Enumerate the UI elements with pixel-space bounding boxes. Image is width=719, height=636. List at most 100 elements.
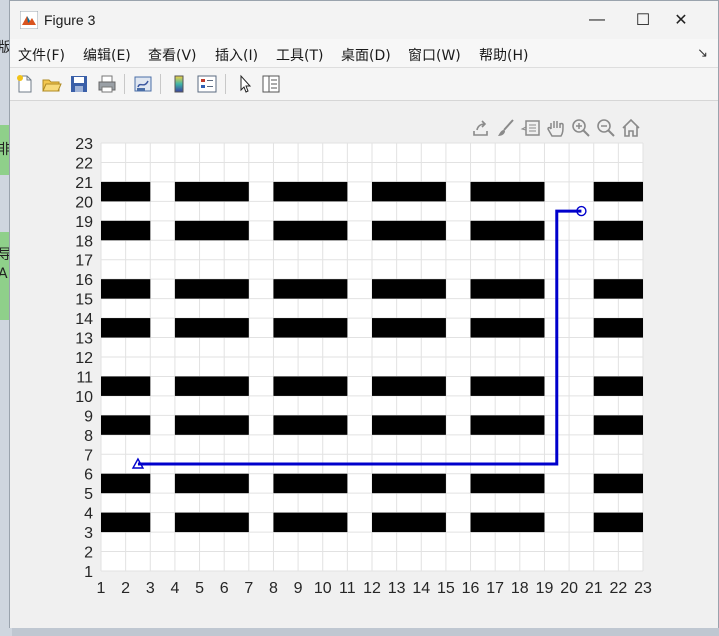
path-plot: 1 2 3 4 5 6 7 8 9 10 11 12 13 14 15 16 17 18 19 20 21 22 23123… xyxy=(75,136,652,597)
obstacle-bar xyxy=(273,512,348,533)
link-plot-icon[interactable] xyxy=(132,73,154,95)
toolbar-separator xyxy=(225,74,226,94)
y-tick-label: 18 xyxy=(75,233,93,250)
obstacle-bar xyxy=(101,318,151,338)
obstacle-bar xyxy=(372,181,446,202)
obstacle-bar xyxy=(470,473,545,494)
obstacle-bar xyxy=(593,279,643,299)
pointer-icon[interactable] xyxy=(234,73,256,95)
x-tick-label: 8 xyxy=(269,580,278,597)
obstacle-bar xyxy=(273,220,348,241)
menu-view[interactable]: 查看(V) xyxy=(148,45,197,65)
new-figure-icon[interactable] xyxy=(14,73,36,95)
menu-desktop[interactable]: 桌面(D) xyxy=(341,45,391,65)
obstacle-bar xyxy=(174,220,249,241)
x-tick-label: 3 xyxy=(146,580,155,597)
save-icon[interactable] xyxy=(68,73,90,95)
y-tick-label: 9 xyxy=(84,408,93,425)
x-tick-label: 5 xyxy=(195,580,204,597)
matlab-logo-icon xyxy=(19,10,39,30)
menu-help[interactable]: 帮助(H) xyxy=(479,45,528,65)
open-file-icon[interactable] xyxy=(40,73,62,95)
obstacle-bar xyxy=(372,473,446,494)
obstacle-bar xyxy=(273,181,348,202)
minimize-button[interactable]: — xyxy=(574,1,620,39)
x-tick-label: 15 xyxy=(437,580,455,597)
y-tick-label: 5 xyxy=(84,486,93,503)
obstacle-bar xyxy=(593,473,643,494)
colorbar-icon[interactable] xyxy=(168,73,190,95)
x-tick-label: 13 xyxy=(388,580,406,597)
obstacle-bar xyxy=(593,512,643,533)
y-tick-label: 6 xyxy=(84,467,93,484)
obstacle-bar xyxy=(273,415,348,435)
y-tick-label: 21 xyxy=(75,175,93,192)
menu-overflow-icon[interactable]: ↘ xyxy=(697,45,708,61)
y-tick-label: 10 xyxy=(75,389,93,406)
obstacle-bar xyxy=(593,220,643,241)
menu-tools[interactable]: 工具(T) xyxy=(276,45,323,65)
y-tick-label: 23 xyxy=(75,136,93,153)
y-tick-label: 8 xyxy=(84,428,93,445)
obstacle-bar xyxy=(470,512,545,533)
x-tick-label: 22 xyxy=(609,580,627,597)
print-icon[interactable] xyxy=(96,73,118,95)
obstacle-bar xyxy=(470,415,545,435)
x-tick-label: 10 xyxy=(314,580,332,597)
obstacle-bar xyxy=(372,220,446,241)
obstacle-bar xyxy=(273,318,348,338)
y-tick-label: 22 xyxy=(75,155,93,172)
background-fragment-text: A xyxy=(0,266,8,282)
menu-insert[interactable]: 插入(I) xyxy=(215,45,258,65)
obstacle-bar xyxy=(470,181,545,202)
obstacle-bar xyxy=(101,279,151,299)
x-tick-label: 16 xyxy=(462,580,480,597)
obstacle-bar xyxy=(101,220,151,241)
obstacle-bar xyxy=(174,415,249,435)
obstacle-bar xyxy=(101,512,151,533)
figure-toolbar xyxy=(10,68,718,101)
toolbar-separator xyxy=(160,74,161,94)
obstacle-bar xyxy=(273,473,348,494)
obstacle-bar xyxy=(372,279,446,299)
obstacle-bar xyxy=(593,415,643,435)
obstacle-bar xyxy=(593,376,643,396)
x-tick-label: 1 xyxy=(97,580,106,597)
menu-file[interactable]: 文件(F) xyxy=(18,45,65,65)
obstacle-bar xyxy=(174,376,249,396)
title-bar[interactable]: Figure 3 — ☐ ✕ xyxy=(10,1,718,39)
x-tick-label: 4 xyxy=(170,580,179,597)
obstacle-bar xyxy=(174,279,249,299)
x-tick-label: 19 xyxy=(536,580,554,597)
y-tick-label: 1 xyxy=(84,564,93,581)
x-tick-label: 20 xyxy=(560,580,578,597)
window-title: Figure 3 xyxy=(44,12,96,28)
y-tick-label: 3 xyxy=(84,525,93,542)
y-tick-label: 15 xyxy=(75,292,93,309)
y-tick-label: 2 xyxy=(84,545,93,562)
y-tick-label: 4 xyxy=(84,506,93,523)
x-tick-label: 12 xyxy=(363,580,381,597)
property-inspector-icon[interactable] xyxy=(260,73,282,95)
obstacle-bar xyxy=(101,415,151,435)
obstacle-bar xyxy=(174,318,249,338)
obstacle-bar xyxy=(101,376,151,396)
legend-icon[interactable] xyxy=(196,73,218,95)
close-button[interactable]: ✕ xyxy=(658,1,704,39)
menu-bar: 文件(F) 编辑(E) 查看(V) 插入(I) 工具(T) 桌面(D) 窗口(W… xyxy=(10,39,718,68)
obstacle-bar xyxy=(372,415,446,435)
obstacle-bar xyxy=(101,181,151,202)
menu-edit[interactable]: 编辑(E) xyxy=(83,45,131,65)
obstacle-bar xyxy=(174,181,249,202)
y-tick-label: 13 xyxy=(75,331,93,348)
obstacle-bar xyxy=(273,279,348,299)
x-tick-label: 6 xyxy=(220,580,229,597)
y-tick-label: 17 xyxy=(75,253,93,270)
menu-window[interactable]: 窗口(W) xyxy=(408,45,461,65)
obstacle-bar xyxy=(174,473,249,494)
obstacle-bar xyxy=(101,473,151,494)
y-tick-label: 16 xyxy=(75,272,93,289)
obstacle-bar xyxy=(174,512,249,533)
y-tick-label: 7 xyxy=(84,447,93,464)
obstacle-bar xyxy=(470,220,545,241)
